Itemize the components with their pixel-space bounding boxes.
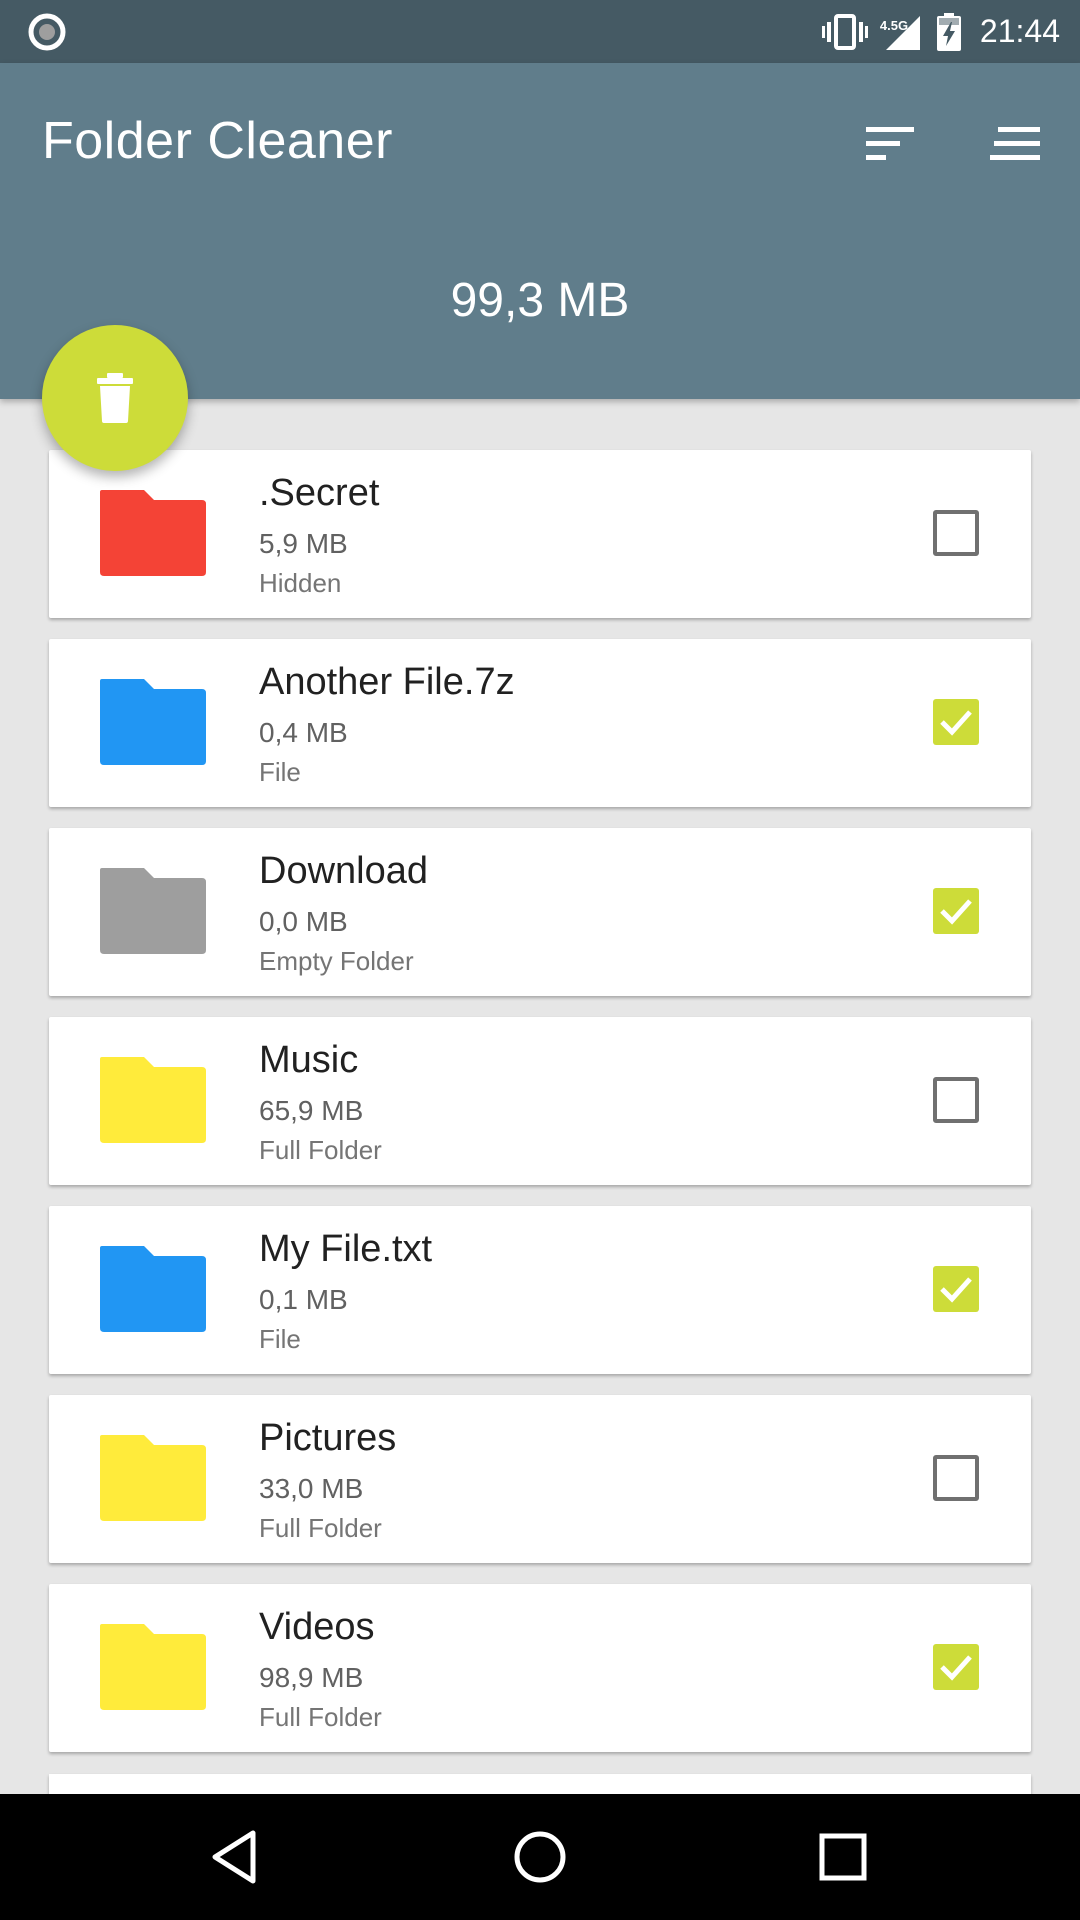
- folder-icon: [100, 1057, 206, 1143]
- total-size: 99,3 MB: [450, 274, 630, 327]
- list-item[interactable]: Music 65,9 MB Full Folder: [49, 1017, 1031, 1185]
- list-item[interactable]: Download 0,0 MB Empty Folder: [49, 828, 1031, 996]
- folder-shape: [100, 1624, 206, 1710]
- item-size: 0,0 MB: [259, 906, 348, 937]
- folder-icon: [100, 868, 206, 954]
- app-title: Folder Cleaner: [42, 112, 393, 170]
- list-item[interactable]: My File.txt 0,1 MB File: [49, 1206, 1031, 1374]
- list-item[interactable]: Pictures 33,0 MB Full Folder: [49, 1395, 1031, 1563]
- item-name: .Secret: [259, 472, 380, 514]
- item-name: Pictures: [259, 1417, 397, 1459]
- item-size: 98,9 MB: [259, 1662, 364, 1693]
- item-name: Music: [259, 1039, 359, 1081]
- list-item[interactable]: Another File.7z 0,4 MB File: [49, 639, 1031, 807]
- status-icons: 4.5G 21:44: [808, 0, 1060, 63]
- item-size: 5,9 MB: [259, 528, 348, 559]
- item-name: Another File.7z: [259, 661, 515, 703]
- folder-icon: [100, 1624, 206, 1710]
- status-bar: 4.5G 21:44: [0, 0, 1080, 63]
- check-icon: [940, 1655, 972, 1681]
- item-name: Download: [259, 850, 428, 892]
- folder-shape: [100, 490, 206, 576]
- sort-button[interactable]: [860, 113, 920, 173]
- item-checkbox[interactable]: [933, 1644, 979, 1690]
- item-checkbox[interactable]: [933, 1077, 979, 1123]
- check-icon: [940, 1277, 972, 1303]
- folder-icon: [100, 1435, 206, 1521]
- folder-shape: [100, 1246, 206, 1332]
- item-type: Hidden: [259, 568, 342, 598]
- item-checkbox[interactable]: [933, 699, 979, 745]
- item-checkbox[interactable]: [933, 1266, 979, 1312]
- item-type: Full Folder: [259, 1702, 382, 1732]
- item-type: Full Folder: [259, 1135, 382, 1165]
- item-checkbox[interactable]: [933, 888, 979, 934]
- item-type: File: [259, 757, 301, 787]
- check-icon: [940, 899, 972, 925]
- navigation-bar: [0, 1794, 1080, 1920]
- recents-button[interactable]: [808, 1822, 878, 1892]
- item-name: My File.txt: [259, 1228, 433, 1270]
- sort-icon: [866, 127, 914, 160]
- signal-icon: 4.5G: [879, 12, 922, 52]
- item-size: 33,0 MB: [259, 1473, 364, 1504]
- back-button[interactable]: [200, 1822, 270, 1892]
- item-size: 0,4 MB: [259, 717, 348, 748]
- folder-shape: [100, 1057, 206, 1143]
- menu-icon: [990, 127, 1040, 160]
- folder-icon: [100, 490, 206, 576]
- network-type: 4.5G: [879, 17, 909, 33]
- folder-icon: [100, 1246, 206, 1332]
- item-type: Full Folder: [259, 1513, 382, 1543]
- item-checkbox[interactable]: [933, 1455, 979, 1501]
- recents-icon: [819, 1833, 867, 1881]
- record-icon: [28, 13, 66, 51]
- list-item[interactable]: Videos 98,9 MB Full Folder: [49, 1584, 1031, 1752]
- folder-shape: [100, 679, 206, 765]
- vibrate-icon: [821, 13, 868, 51]
- folder-shape: [100, 868, 206, 954]
- item-size: 65,9 MB: [259, 1095, 364, 1126]
- menu-button[interactable]: [986, 113, 1046, 173]
- item-type: Empty Folder: [259, 946, 414, 976]
- item-type: File: [259, 1324, 301, 1354]
- folder-shape: [100, 1435, 206, 1521]
- item-checkbox[interactable]: [933, 510, 979, 556]
- home-icon: [514, 1831, 566, 1883]
- clock: 21:44: [979, 13, 1060, 49]
- trash-icon: [97, 373, 133, 423]
- delete-fab[interactable]: [42, 325, 188, 471]
- battery-charging-icon: [936, 12, 962, 52]
- back-icon: [212, 1830, 256, 1884]
- list-item[interactable]: .Secret 5,9 MB Hidden: [49, 450, 1031, 618]
- item-name: Videos: [259, 1606, 375, 1648]
- item-size: 0,1 MB: [259, 1284, 348, 1315]
- folder-icon: [100, 679, 206, 765]
- home-button[interactable]: [505, 1822, 575, 1892]
- check-icon: [940, 710, 972, 736]
